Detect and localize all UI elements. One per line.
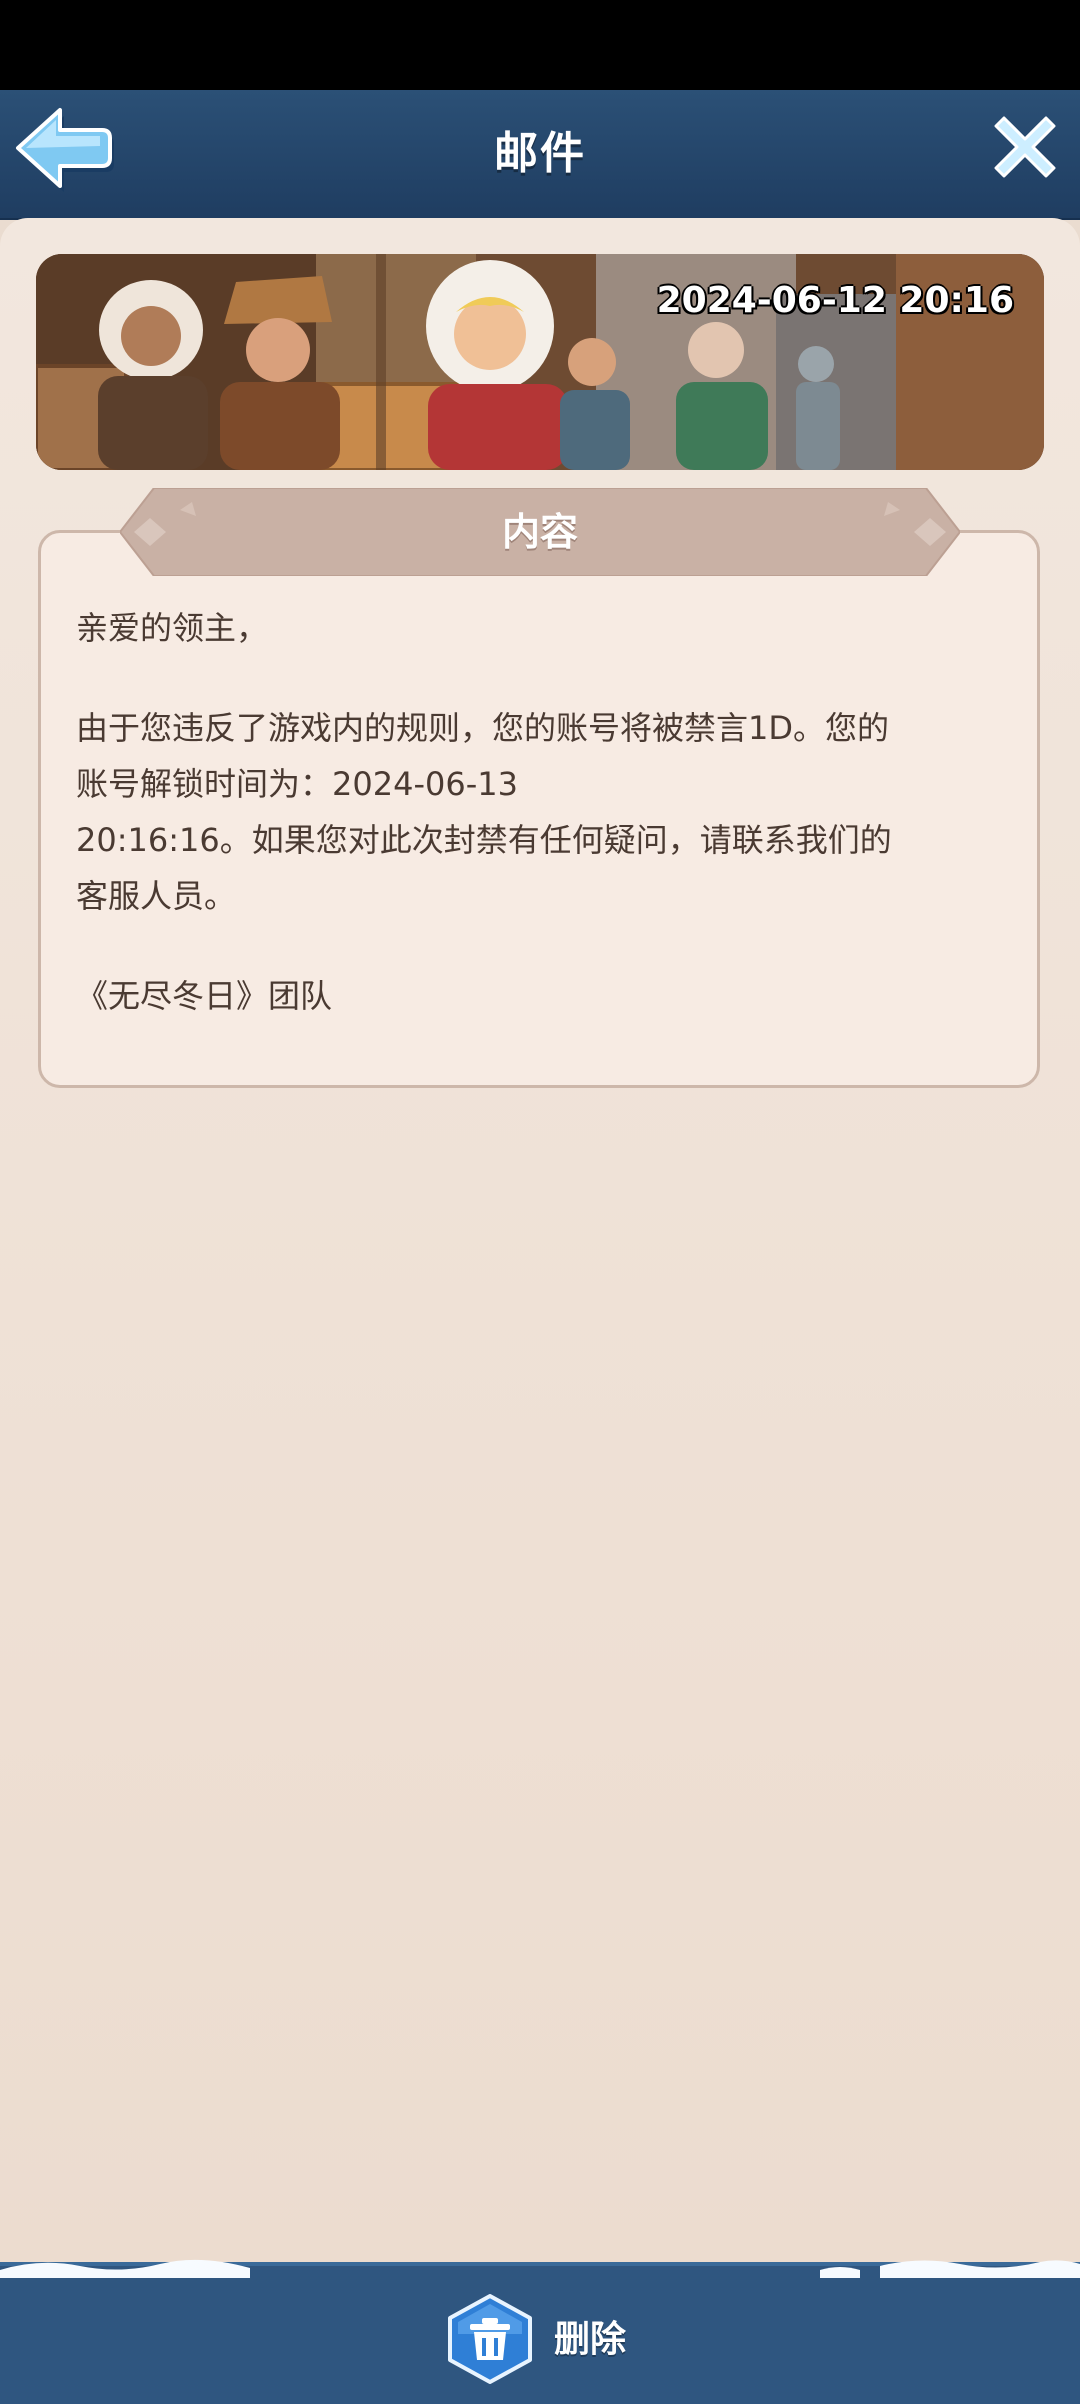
mail-date: 2024-06-12 20:16 — [656, 280, 1014, 321]
close-button[interactable] — [990, 112, 1060, 182]
delete-label: 删除 — [554, 2319, 627, 2360]
trash-icon — [448, 2294, 532, 2384]
status-bar — [0, 0, 1080, 90]
page-title: 邮件 — [494, 128, 586, 179]
mail-body-line-1: 由于您违反了游戏内的规则，您的账号将被禁言1D。您的 — [76, 709, 890, 747]
mail-body-line-3: 20:16:16。如果您对此次封禁有任何疑问，请联系我们的 — [76, 821, 892, 859]
close-icon — [994, 116, 1056, 178]
snow-decoration — [0, 2259, 1080, 2278]
top-bar: 邮件 — [0, 90, 1080, 220]
content-header: 内容 — [120, 488, 960, 576]
content-title: 内容 — [501, 510, 578, 554]
mail-greeting: 亲爱的领主， — [76, 609, 269, 647]
mail-signature: 《无尽冬日》团队 — [76, 977, 333, 1015]
delete-button[interactable]: 删除 — [446, 2294, 646, 2384]
mail-body-line-4: 客服人员。 — [76, 877, 237, 915]
mail-banner: 2024-06-12 20:16 — [36, 254, 1044, 470]
mail-body-line-2: 账号解锁时间为：2024-06-13 — [76, 765, 518, 803]
bottom-bar: 删除 — [0, 2259, 1080, 2404]
mail-content: 亲爱的领主， 由于您违反了游戏内的规则，您的账号将被禁言1D。您的 账号解锁时间… — [76, 600, 1006, 1024]
